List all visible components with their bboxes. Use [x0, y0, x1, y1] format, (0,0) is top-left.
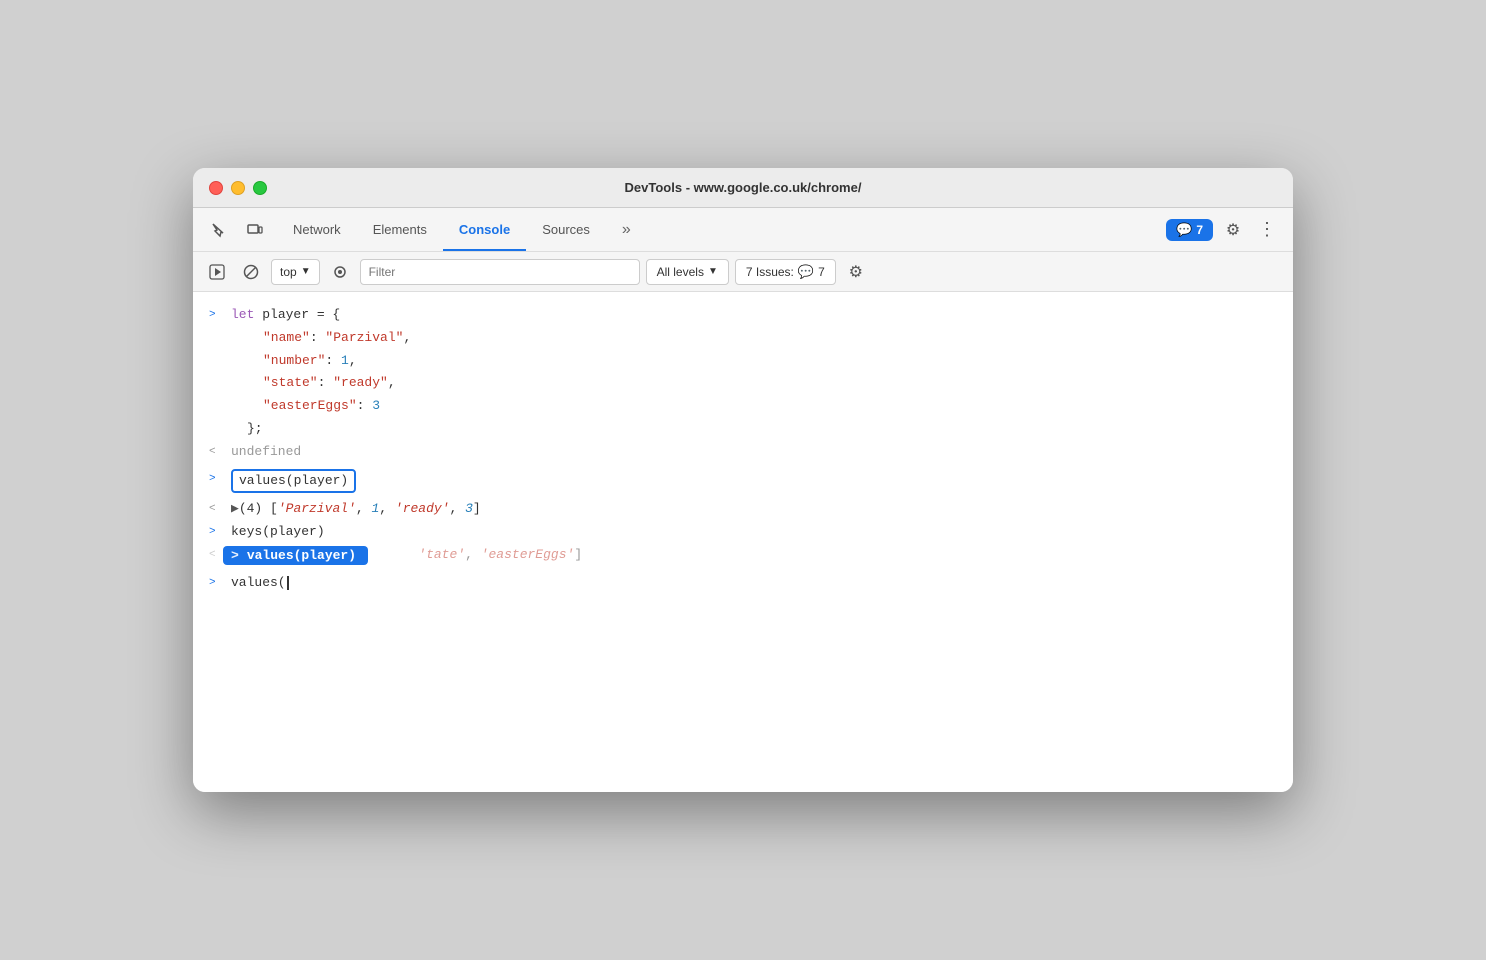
- code-line: keys(player): [231, 522, 1277, 543]
- issues-count-button[interactable]: 7 Issues: 💬 7: [735, 259, 836, 285]
- tab-more[interactable]: »: [606, 208, 647, 251]
- live-expressions-button[interactable]: [326, 258, 354, 286]
- code-line: values(: [231, 573, 1277, 594]
- traffic-lights: [209, 181, 267, 195]
- empty-arrow: [209, 373, 223, 375]
- window-title: DevTools - www.google.co.uk/chrome/: [625, 180, 862, 195]
- issues-number: 7: [818, 265, 825, 279]
- autocomplete-popup[interactable]: > values(player): [223, 546, 368, 565]
- highlighted-command: values(player): [231, 469, 356, 494]
- inspect-icon-button[interactable]: [205, 216, 233, 244]
- empty-arrow: [209, 351, 223, 353]
- return-arrow: <: [209, 442, 223, 462]
- context-selector[interactable]: top ▼: [271, 259, 320, 285]
- code-line: "number": 1,: [231, 351, 1277, 372]
- device-toggle-button[interactable]: [241, 216, 269, 244]
- console-line-continuation-3: "state": "ready",: [193, 372, 1293, 395]
- code-line: };: [231, 419, 1277, 440]
- return-arrow: <: [209, 545, 223, 565]
- issues-count-label: 7 Issues:: [746, 265, 794, 279]
- issues-bubble-icon: 💬: [1176, 222, 1192, 238]
- autocomplete-suggestion[interactable]: > values(player): [223, 546, 368, 565]
- levels-label: All levels: [657, 265, 704, 279]
- code-line: "easterEggs": 3: [231, 396, 1277, 417]
- console-line-continuation-2: "number": 1,: [193, 350, 1293, 373]
- more-menu-button[interactable]: ⋮: [1253, 216, 1281, 244]
- levels-dropdown-icon: ▼: [708, 266, 718, 277]
- code-line: values(player): [231, 469, 1277, 494]
- filter-input[interactable]: [360, 259, 640, 285]
- tab-bar-left-icons: [205, 216, 269, 244]
- console-line-continuation-4: "easterEggs": 3: [193, 395, 1293, 418]
- clear-console-button[interactable]: [237, 258, 265, 286]
- code-line: "name": "Parzival",: [231, 328, 1277, 349]
- autocomplete-container: < ◀(4) [██████████████████'tate', 'easte…: [193, 544, 1293, 572]
- console-output: > let player = { "name": "Parzival", "nu…: [193, 292, 1293, 792]
- settings-button[interactable]: ⚙: [1219, 216, 1247, 244]
- console-toolbar: top ▼ All levels ▼ 7 Issues: 💬 7 ⚙: [193, 252, 1293, 292]
- tab-bar-right: 💬 7 ⚙ ⋮: [1166, 216, 1281, 244]
- cursor: [287, 576, 289, 590]
- input-arrow: >: [209, 305, 223, 325]
- run-script-button[interactable]: [203, 258, 231, 286]
- console-line-continuation-5: };: [193, 418, 1293, 441]
- log-levels-button[interactable]: All levels ▼: [646, 259, 729, 285]
- issues-badge[interactable]: 💬 7: [1166, 219, 1213, 241]
- code-line: ▶(4) ['Parzival', 1, 'ready', 3]: [231, 499, 1277, 520]
- return-arrow: <: [209, 499, 223, 519]
- input-arrow: >: [209, 522, 223, 542]
- main-tabs: Network Elements Console Sources »: [277, 208, 1166, 251]
- input-arrow: >: [209, 573, 223, 593]
- console-line-result-1: < ▶(4) ['Parzival', 1, 'ready', 3]: [193, 498, 1293, 521]
- autocomplete-prompt: >: [231, 548, 239, 563]
- code-line: "state": "ready",: [231, 373, 1277, 394]
- title-bar: DevTools - www.google.co.uk/chrome/: [193, 168, 1293, 208]
- autocomplete-text: values(player): [247, 548, 356, 563]
- devtools-window: DevTools - www.google.co.uk/chrome/ Netw…: [193, 168, 1293, 792]
- issues-count: 7: [1196, 223, 1203, 237]
- issues-bubble-icon: 💬: [798, 264, 814, 280]
- minimize-button[interactable]: [231, 181, 245, 195]
- console-line-current-input[interactable]: > values(: [193, 572, 1293, 595]
- console-line-values-input[interactable]: > values(player): [193, 468, 1293, 495]
- context-label: top: [280, 265, 297, 279]
- close-button[interactable]: [209, 181, 223, 195]
- code-line: ◀(4) [██████████████████'tate', 'easterE…: [231, 545, 1277, 566]
- tab-bar: Network Elements Console Sources » 💬 7 ⚙…: [193, 208, 1293, 252]
- empty-arrow: [209, 419, 223, 421]
- console-line-keys-input: > keys(player): [193, 521, 1293, 544]
- input-arrow: >: [209, 469, 223, 489]
- tab-network[interactable]: Network: [277, 208, 357, 251]
- empty-arrow: [209, 396, 223, 398]
- tab-elements[interactable]: Elements: [357, 208, 443, 251]
- code-line: let player = {: [231, 305, 1277, 326]
- tab-console[interactable]: Console: [443, 208, 526, 251]
- context-dropdown-icon: ▼: [301, 266, 311, 277]
- console-settings-button[interactable]: ⚙: [842, 258, 870, 286]
- console-line-input-1: > let player = {: [193, 304, 1293, 327]
- console-line-continuation-1: "name": "Parzival",: [193, 327, 1293, 350]
- maximize-button[interactable]: [253, 181, 267, 195]
- code-line: undefined: [231, 442, 1277, 463]
- tab-sources[interactable]: Sources: [526, 208, 606, 251]
- console-line-output-1: < undefined: [193, 441, 1293, 464]
- empty-arrow: [209, 328, 223, 330]
